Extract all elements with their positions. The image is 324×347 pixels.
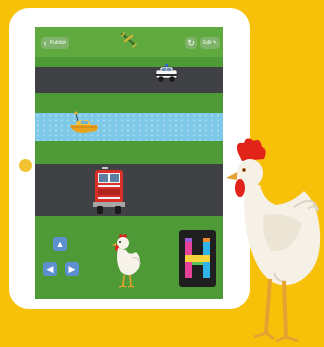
arrow-left-icon[interactable]: ◀ (43, 262, 57, 276)
game-screen: ‹ Publish ↻ Edit ✎ ▲ ◀ ▶ (35, 27, 223, 299)
chicken-icon[interactable] (109, 232, 143, 289)
restart-icon: ↻ (187, 37, 195, 48)
chevron-left-icon: ‹ (43, 38, 47, 48)
airplane-icon (120, 32, 137, 48)
road-lane-bottom (35, 164, 223, 216)
top-bar: ‹ Publish ↻ Edit ✎ (35, 27, 223, 57)
rooster-icon (226, 138, 321, 343)
fire-truck-icon (93, 167, 125, 214)
back-button[interactable]: ‹ Publish (41, 37, 69, 49)
back-button-label: Publish (49, 40, 67, 46)
restart-button[interactable]: ↻ (185, 37, 197, 49)
arrow-right-icon[interactable]: ▶ (65, 262, 79, 276)
road-lane-top (35, 67, 223, 93)
yellow-boat-icon (70, 111, 98, 133)
police-car-icon (155, 64, 178, 82)
edit-button[interactable]: Edit ✎ (200, 37, 220, 49)
h-letter-block-icon[interactable] (179, 230, 216, 287)
arrow-up-icon[interactable]: ▲ (53, 237, 67, 251)
h-letter-graphic (185, 238, 210, 278)
home-button[interactable] (19, 159, 32, 172)
edit-button-label: Edit (203, 40, 212, 46)
river-lane (35, 113, 223, 141)
pencil-icon: ✎ (212, 40, 217, 46)
